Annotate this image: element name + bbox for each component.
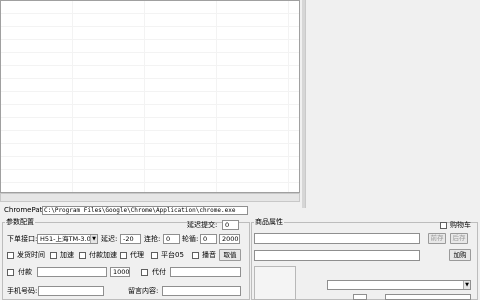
- add-cart-button[interactable]: 加购: [449, 249, 471, 261]
- order-api-label: 下单接口:: [7, 235, 38, 243]
- phone-input[interactable]: [38, 286, 104, 296]
- pay-amount-input[interactable]: 1000: [110, 267, 130, 277]
- rounds-input[interactable]: 0: [200, 234, 217, 244]
- pay-for-checkbox[interactable]: [141, 269, 148, 276]
- message-input[interactable]: [162, 286, 241, 296]
- platform-label: 平台05: [161, 251, 184, 259]
- delay-label: 延迟:: [101, 235, 118, 243]
- pay-for-input[interactable]: [170, 267, 241, 277]
- consecutive-input[interactable]: 0: [163, 234, 180, 244]
- cart-checkbox[interactable]: [440, 222, 447, 229]
- order-api-value: H51-上海TM-3.0: [40, 235, 91, 243]
- message-label: 留言内容:: [128, 287, 159, 295]
- right-panel: [305, 0, 480, 208]
- product-group-title: 商品属性: [255, 218, 283, 226]
- proxy-checkbox[interactable]: [120, 252, 127, 259]
- phone-label: 手机号码:: [7, 287, 38, 295]
- qty-input[interactable]: [353, 294, 367, 300]
- pay-accelerate-checkbox[interactable]: [79, 252, 86, 259]
- order-api-select[interactable]: H51-上海TM-3.0 ▼: [37, 234, 98, 244]
- broadcast-checkbox[interactable]: [192, 252, 199, 259]
- delay-input[interactable]: -20: [120, 234, 141, 244]
- rounds-extra-input[interactable]: 2000: [219, 234, 240, 244]
- product-detail-input[interactable]: [254, 250, 420, 261]
- proxy-label: 代理: [130, 251, 144, 259]
- sku-dropdown-arrow-icon[interactable]: ▼: [463, 281, 470, 289]
- pay-input[interactable]: [37, 267, 107, 277]
- take-value-button[interactable]: 取值: [219, 249, 241, 261]
- pay-accelerate-label: 付款加速: [89, 251, 117, 259]
- accelerate-checkbox[interactable]: [50, 252, 57, 259]
- consecutive-label: 连抢:: [144, 235, 161, 243]
- delay-submit-input[interactable]: 0: [222, 220, 239, 230]
- send-time-label: 发货时间: [17, 251, 45, 259]
- grid-horizontal-scrollbar[interactable]: [0, 193, 300, 202]
- sku-select[interactable]: ▼: [327, 280, 471, 290]
- product-attr-input[interactable]: [254, 233, 420, 244]
- rounds-label: 轮循:: [182, 235, 199, 243]
- pay-checkbox[interactable]: [7, 269, 14, 276]
- prev-button[interactable]: 前存: [428, 233, 446, 244]
- send-time-checkbox[interactable]: [7, 252, 14, 259]
- delay-submit-label: 延迟提交:: [187, 221, 218, 229]
- dropdown-arrow-icon[interactable]: ▼: [90, 235, 97, 243]
- chrome-path-input[interactable]: C:\Program Files\Google\Chrome\Applicati…: [42, 206, 248, 215]
- accelerate-label: 加速: [60, 251, 74, 259]
- product-image-box: [254, 266, 296, 300]
- results-grid[interactable]: [0, 0, 300, 193]
- params-group-title: 参数配置: [6, 218, 34, 226]
- next-button[interactable]: 后存: [450, 233, 468, 244]
- broadcast-label: 播音: [202, 251, 216, 259]
- platform-checkbox[interactable]: [151, 252, 158, 259]
- pay-for-label: 代付: [152, 268, 166, 276]
- pay-label: 付款: [18, 268, 32, 276]
- qty-extra-input[interactable]: [385, 294, 471, 300]
- cart-label: 购物车: [450, 221, 471, 229]
